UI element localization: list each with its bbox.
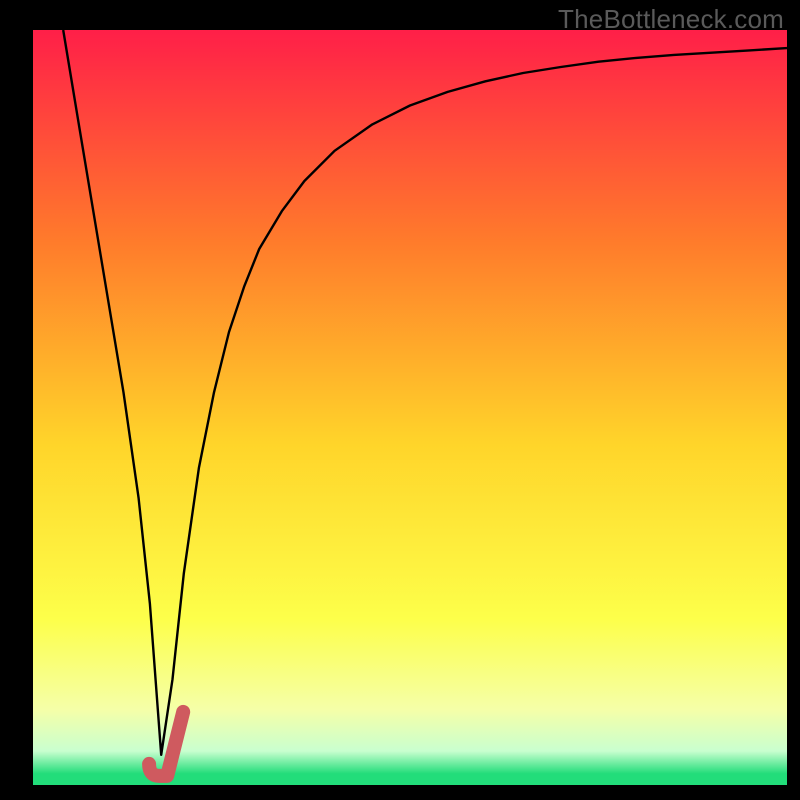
gradient-background <box>33 30 787 785</box>
bottleneck-chart <box>0 0 800 800</box>
watermark-text: TheBottleneck.com <box>558 4 784 35</box>
chart-frame: TheBottleneck.com <box>0 0 800 800</box>
